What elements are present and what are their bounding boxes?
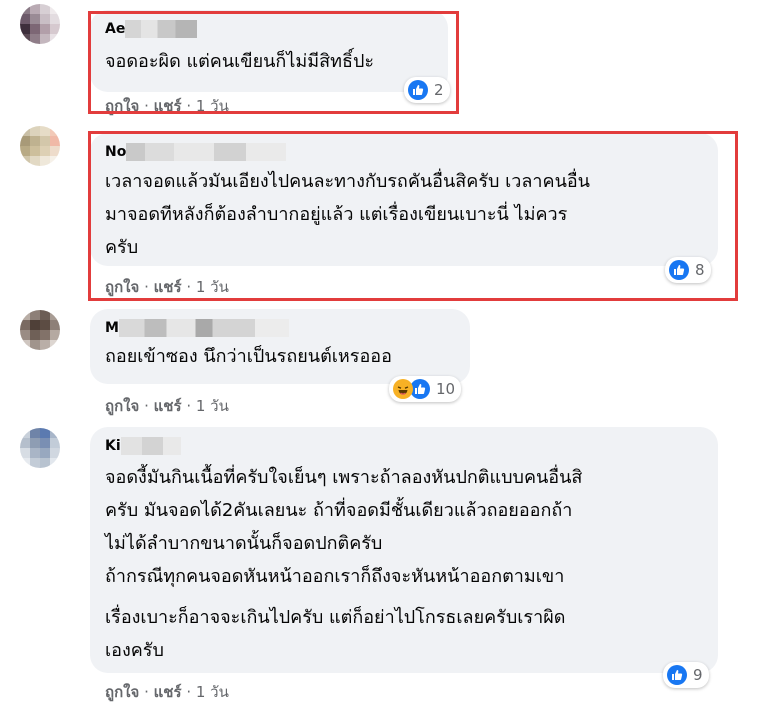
comment-line: ถอยเข้าซอง นึกว่าเป็นรถยนต์เหรอออ — [105, 346, 392, 367]
blurred-name — [118, 319, 289, 337]
author-name[interactable]: Ki — [105, 438, 121, 454]
like-link[interactable]: ถูกใจ — [105, 397, 139, 415]
timestamp[interactable]: 1 วัน — [196, 397, 229, 415]
comment-line: เองครับ — [105, 640, 164, 661]
author-name[interactable]: M — [105, 320, 119, 336]
comment-line: ไม่ได้ลำบากขนาดนั้นก็จอดปกติครับ — [105, 533, 383, 554]
comment-text: ถอยเข้าซอง นึกว่าเป็นรถยนต์เหรอออ — [105, 340, 392, 373]
reaction-summary[interactable]: 10 — [389, 376, 462, 402]
avatar[interactable] — [20, 310, 60, 350]
like-icon — [410, 379, 430, 399]
reaction-count: 10 — [436, 380, 456, 398]
like-link[interactable]: ถูกใจ — [105, 683, 139, 701]
highlight-box — [88, 11, 459, 114]
haha-icon — [393, 379, 413, 399]
author-name-container[interactable]: M — [105, 319, 289, 337]
timestamp[interactable]: 1 วัน — [196, 683, 229, 701]
separator: · — [186, 397, 192, 415]
avatar[interactable] — [20, 4, 60, 44]
comment-actions: ถูกใจ · แชร์ · 1 วัน — [105, 394, 229, 418]
like-icon — [667, 665, 687, 685]
comment-line: จอดงี้มันกินเนื้อที่ครับใจเย็นๆ เพราะถ้า… — [105, 467, 583, 488]
separator: · — [186, 683, 192, 701]
comment-actions: ถูกใจ · แชร์ · 1 วัน — [105, 680, 229, 704]
blurred-name — [120, 437, 181, 455]
comment-line: ครับ มันจอดได้2คันเลยนะ ถ้าที่จอดมีชั้นเ… — [105, 500, 573, 521]
avatar[interactable] — [20, 126, 60, 166]
reaction-count: 9 — [693, 666, 703, 684]
separator: · — [144, 683, 149, 701]
comment-line: ถ้ากรณีทุกคนจอดหันหน้าออกเราก็ถึงจะหันหน… — [105, 566, 565, 587]
separator: · — [144, 397, 149, 415]
comment-bubble: Ki จอดงี้มันกินเนื้อที่ครับใจเย็นๆ เพราะ… — [90, 427, 718, 673]
highlight-box — [88, 131, 738, 301]
reaction-summary[interactable]: 9 — [663, 662, 709, 688]
author-name-container[interactable]: Ki — [105, 437, 181, 455]
comment-text: จอดงี้มันกินเนื้อที่ครับใจเย็นๆ เพราะถ้า… — [105, 461, 582, 667]
avatar[interactable] — [20, 428, 60, 468]
comment-line: เรื่องเบาะก็อาจจะเกินไปครับ แต่ก็อย่าไปโ… — [105, 607, 566, 628]
share-link[interactable]: แชร์ — [154, 683, 182, 701]
comment-bubble: M ถอยเข้าซอง นึกว่าเป็นรถยนต์เหรอออ — [90, 309, 470, 384]
share-link[interactable]: แชร์ — [154, 397, 182, 415]
